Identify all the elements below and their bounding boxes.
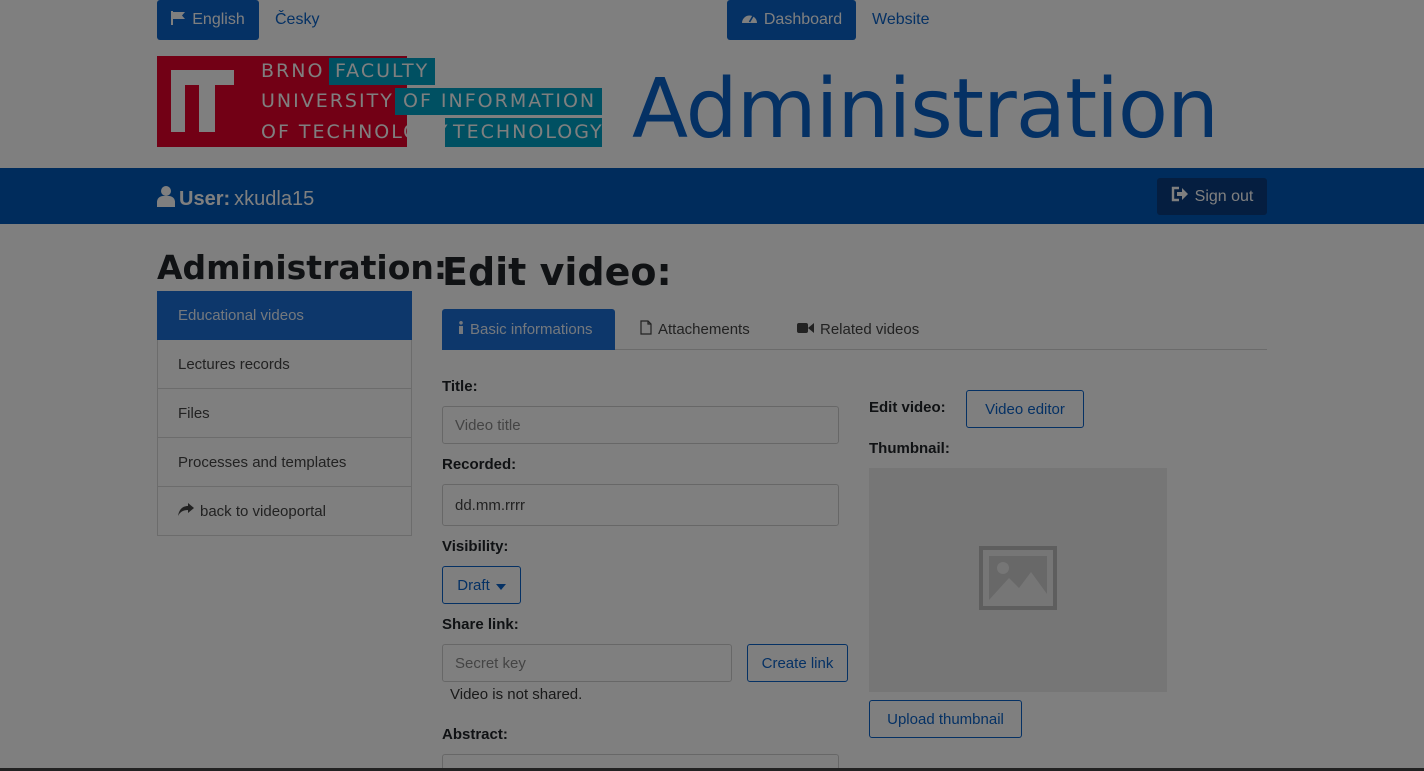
logo-mark	[157, 56, 248, 147]
recorded-label: Recorded:	[442, 456, 517, 473]
info-icon	[458, 321, 464, 338]
tab-attachements[interactable]: Attachements	[640, 309, 750, 350]
flag-icon	[171, 10, 186, 30]
thumbnail-label: Thumbnail:	[869, 440, 950, 457]
visibility-dropdown[interactable]: Draft	[442, 566, 521, 604]
recorded-date-input[interactable]: dd.mm.rrrr	[442, 484, 839, 526]
sidebar-item-files[interactable]: Files	[157, 389, 412, 438]
tab-bar: Basic informations Attachements Related …	[442, 309, 1267, 350]
file-icon	[640, 320, 652, 339]
edit-video-title: Edit video:	[442, 250, 672, 294]
english-label: English	[192, 11, 245, 28]
dashboard-icon	[741, 11, 758, 30]
thumbnail-preview	[869, 468, 1167, 692]
image-placeholder-icon	[979, 545, 1057, 615]
video-camera-icon	[797, 321, 814, 338]
share-status-text: Video is not shared.	[450, 686, 583, 703]
sidebar-item-back-to-videoportal[interactable]: back to videoportal	[157, 487, 412, 536]
video-editor-button[interactable]: Video editor	[966, 390, 1084, 428]
upload-thumbnail-button[interactable]: Upload thumbnail	[869, 700, 1022, 738]
university-logo: BRNO UNIVERSITY OF TECHNOLOGY FACULTY OF…	[157, 56, 602, 147]
tab-related-videos[interactable]: Related videos	[797, 309, 919, 350]
website-link[interactable]: Website	[872, 11, 930, 29]
edit-video-label: Edit video:	[869, 399, 946, 416]
sidebar-menu: Educational videos Lectures records File…	[157, 291, 412, 536]
share-arrow-icon	[178, 502, 194, 520]
title-label: Title:	[442, 378, 478, 395]
dashboard-label: Dashboard	[763, 11, 843, 28]
sidebar-title: Administration:	[157, 248, 448, 287]
sidebar-item-processes-templates[interactable]: Processes and templates	[157, 438, 412, 487]
create-link-button[interactable]: Create link	[747, 644, 848, 682]
tab-basic-informations[interactable]: Basic informations	[442, 309, 615, 350]
sidebar-item-lectures-records[interactable]: Lectures records	[157, 340, 412, 389]
user-icon	[157, 185, 175, 213]
secret-key-input[interactable]: Secret key	[442, 644, 732, 682]
top-bar: English Česky Dashboard Website BRNO UNI…	[0, 0, 1424, 168]
visibility-label: Visibility:	[442, 538, 509, 555]
dashboard-button[interactable]: Dashboard	[727, 0, 856, 40]
english-language-button[interactable]: English	[157, 0, 259, 40]
sign-out-label: Sign out	[1194, 187, 1254, 205]
share-link-label: Share link:	[442, 616, 519, 633]
sign-out-button[interactable]: Sign out	[1157, 178, 1267, 215]
caret-down-icon	[495, 577, 506, 594]
page-header-title: Administration	[632, 62, 1219, 157]
sidebar-item-educational-videos[interactable]: Educational videos	[157, 291, 412, 340]
user-prefix: User:	[179, 187, 231, 210]
sign-out-icon	[1171, 186, 1189, 207]
username: xkudla15	[234, 187, 315, 210]
user-info: User: xkudla15	[157, 185, 314, 213]
title-input[interactable]: Video title	[442, 406, 839, 444]
czech-language-link[interactable]: Česky	[275, 11, 319, 29]
abstract-label: Abstract:	[442, 726, 508, 743]
